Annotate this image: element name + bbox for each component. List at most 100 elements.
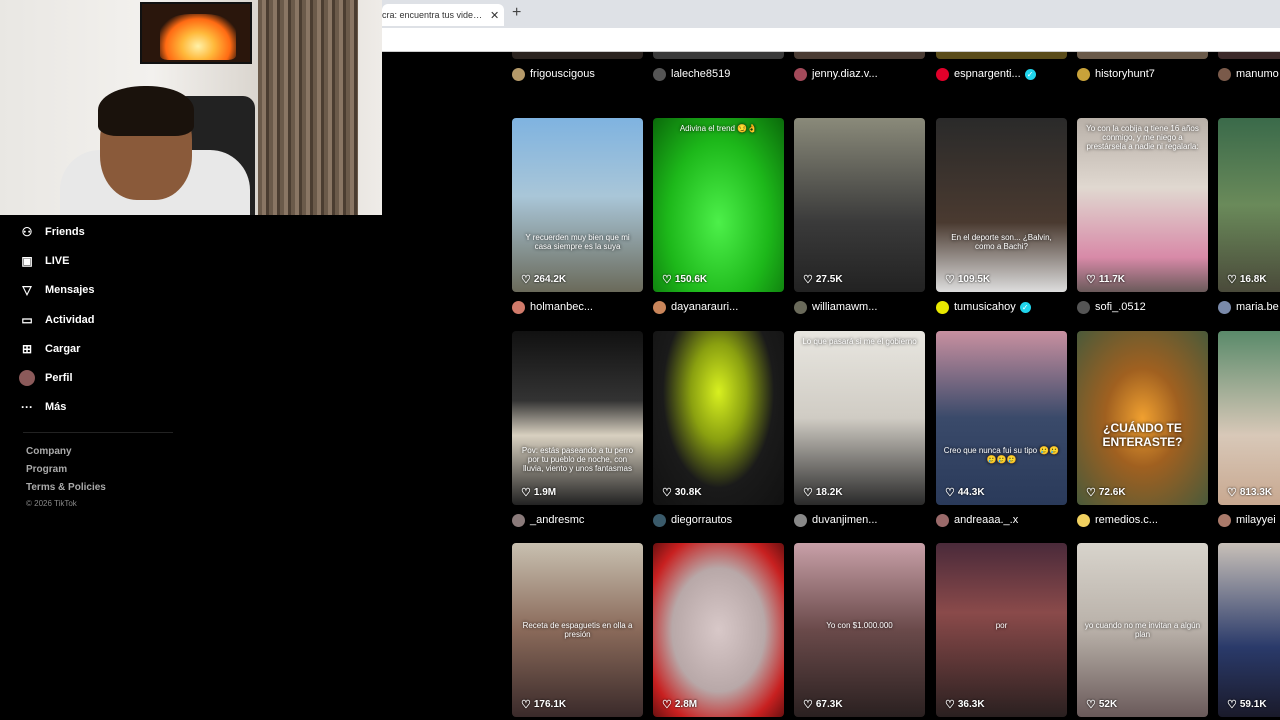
video-thumbnail[interactable]: ♡ 59.1K: [1218, 543, 1280, 717]
heart-icon: ♡: [662, 52, 672, 53]
heart-icon: ♡: [1227, 699, 1237, 711]
heart-icon: ♡: [662, 274, 672, 286]
video-card[interactable]: ♡71.6K espnargenti...✓: [936, 52, 1067, 88]
video-thumbnail[interactable]: ♡ 813.3K: [1218, 331, 1280, 505]
video-card[interactable]: ¿CUÁNDO TE ENTERASTE? ♡ 72.6K remedios.c...: [1077, 331, 1208, 534]
video-card[interactable]: ♡350.3K laleche8519: [653, 52, 784, 88]
video-author[interactable]: sofi_.0512: [1077, 293, 1208, 321]
video-thumbnail[interactable]: En el deporte son... ¿Balvin, como a Bac…: [936, 118, 1067, 292]
author-avatar: [1218, 513, 1231, 527]
sidebar-item-live[interactable]: ▣ LIVE: [3, 246, 193, 275]
video-author[interactable]: _andresmc: [512, 506, 643, 534]
video-card[interactable]: Yo con $1.000.000 ♡ 67.3K: [794, 543, 925, 717]
video-card[interactable]: Y recuerden muy bien que mi casa siempre…: [512, 118, 643, 321]
video-author[interactable]: tumusicahoy ✓: [936, 293, 1067, 321]
video-card[interactable]: ♡ 59.1K: [1218, 543, 1280, 717]
video-thumbnail[interactable]: ♡ 30.8K: [653, 331, 784, 505]
video-caption: Pov: estás paseando a tu perro por tu pu…: [521, 446, 634, 473]
like-count: ♡ 150.6K: [662, 273, 707, 286]
sidebar-item-cargar[interactable]: ⊞ Cargar: [3, 334, 193, 363]
address-bar[interactable]: [382, 28, 1280, 52]
sidebar-item-label: Perfil: [45, 372, 73, 385]
video-author[interactable]: manumo: [1218, 60, 1280, 88]
video-thumbnail[interactable]: ♡ 27.5K: [794, 118, 925, 292]
video-card[interactable]: ♡ 27.5K williamawm...: [794, 118, 925, 321]
video-thumbnail[interactable]: ♡129.1K: [1218, 52, 1280, 59]
sidebar-item-perfil[interactable]: Perfil: [3, 363, 193, 392]
video-author[interactable]: historyhunt7: [1077, 60, 1208, 88]
video-thumbnail[interactable]: por ♡ 36.3K: [936, 543, 1067, 717]
video-card[interactable]: Yo con la cobija q tiene 16 años conmigo…: [1077, 118, 1208, 321]
video-card[interactable]: En el deporte son... ¿Balvin, como a Bac…: [936, 118, 1067, 321]
video-thumbnail[interactable]: ♡39.5K: [1077, 52, 1208, 59]
video-thumbnail[interactable]: Adivina el trend 😏👌 ♡ 150.6K: [653, 118, 784, 292]
video-caption: yo cuando no me invitan a algún plan: [1084, 621, 1201, 639]
video-author[interactable]: jenny.diaz.v...: [794, 60, 925, 88]
video-caption: por: [995, 621, 1008, 630]
video-author[interactable]: andreaaa._.x: [936, 506, 1067, 534]
author-avatar: [653, 67, 666, 81]
video-thumbnail[interactable]: ♡ 16.8K: [1218, 118, 1280, 292]
video-author[interactable]: dayanarauri...: [653, 293, 784, 321]
video-card[interactable]: Adivina el trend 😏👌 ♡ 150.6K dayanarauri...: [653, 118, 784, 321]
footer-link[interactable]: Program: [3, 461, 193, 479]
video-author[interactable]: remedios.c...: [1077, 506, 1208, 534]
video-thumbnail[interactable]: ¿CUÁNDO TE ENTERASTE? ♡ 72.6K: [1077, 331, 1208, 505]
author-username: historyhunt7: [1095, 68, 1155, 80]
heart-icon: ♡: [1227, 487, 1237, 499]
close-tab-icon[interactable]: ✕: [490, 9, 499, 22]
video-card[interactable]: Receta de espaguetis en olla a presión ♡ 1…: [512, 543, 643, 717]
video-card[interactable]: ♡ 30.8K diegorrautos: [653, 331, 784, 534]
video-card[interactable]: yo cuando no me invitan a algún plan ♡ 52K: [1077, 543, 1208, 717]
video-thumbnail[interactable]: ♡54.2K: [794, 52, 925, 59]
video-thumbnail[interactable]: ♡350.3K: [653, 52, 784, 59]
new-tab-button[interactable]: +: [512, 4, 521, 22]
video-thumbnail[interactable]: Receta de espaguetis en olla a presión ♡ 1…: [512, 543, 643, 717]
video-author[interactable]: duvanjimen...: [794, 506, 925, 534]
video-card[interactable]: ♡ 16.8K maria.be: [1218, 118, 1280, 321]
video-card[interactable]: ♡7.6M frigouscigous: [512, 52, 643, 88]
more-icon: ···: [21, 400, 33, 415]
video-card[interactable]: ♡129.1K manumo: [1218, 52, 1280, 88]
video-card[interactable]: Lo que pasará si me el gobierno ♡ 18.2K duv…: [794, 331, 925, 534]
video-card[interactable]: ♡54.2K jenny.diaz.v...: [794, 52, 925, 88]
video-caption: Adivina el trend 😏👌: [679, 124, 758, 133]
video-card[interactable]: Creo que nunca fui su tipo 🥲🥲🥲🥲🥲 ♡ 44.3K an…: [936, 331, 1067, 534]
upload-icon: ⊞: [21, 341, 33, 356]
like-count: ♡ 813.3K: [1227, 486, 1272, 499]
video-card[interactable]: Pov: estás paseando a tu perro por tu pu…: [512, 331, 643, 534]
footer-link[interactable]: Company: [3, 443, 193, 461]
like-count-value: 109.5K: [957, 274, 991, 285]
video-author[interactable]: holmanbec...: [512, 293, 643, 321]
video-thumbnail[interactable]: Creo que nunca fui su tipo 🥲🥲🥲🥲🥲 ♡ 44.3K: [936, 331, 1067, 505]
video-card[interactable]: ♡ 813.3K milayyei: [1218, 331, 1280, 534]
sidebar-item-label: Friends: [45, 225, 85, 238]
video-thumbnail[interactable]: Pov: estás paseando a tu perro por tu pu…: [512, 331, 643, 505]
sidebar-item-actividad[interactable]: ▭ Actividad: [3, 305, 193, 334]
video-thumbnail[interactable]: Y recuerden muy bien que mi casa siempre…: [512, 118, 643, 292]
video-card[interactable]: por ♡ 36.3K: [936, 543, 1067, 717]
video-thumbnail[interactable]: Yo con $1.000.000 ♡ 67.3K: [794, 543, 925, 717]
sidebar-item-friends[interactable]: ⚇ Friends: [3, 217, 193, 246]
video-author[interactable]: espnargenti... ✓: [936, 60, 1067, 88]
video-author[interactable]: williamawm...: [794, 293, 925, 321]
video-thumbnail[interactable]: ♡71.6K: [936, 52, 1067, 59]
video-thumbnail[interactable]: ♡ 2.8M: [653, 543, 784, 717]
video-author[interactable]: laleche8519: [653, 60, 784, 88]
footer-link[interactable]: Terms & Policies: [3, 479, 193, 497]
video-card[interactable]: ♡ 2.8M: [653, 543, 784, 717]
author-avatar: [1077, 300, 1090, 314]
video-card[interactable]: ♡39.5K historyhunt7: [1077, 52, 1208, 88]
video-author[interactable]: diegorrautos: [653, 506, 784, 534]
author-avatar: [794, 513, 807, 527]
video-author[interactable]: maria.be: [1218, 293, 1280, 321]
video-thumbnail[interactable]: Lo que pasará si me el gobierno ♡ 18.2K: [794, 331, 925, 505]
sidebar-item-mensajes[interactable]: ▽ Mensajes: [3, 276, 193, 305]
browser-tab[interactable]: cra: encuentra tus videos favo ✕: [382, 4, 504, 26]
video-thumbnail[interactable]: yo cuando no me invitan a algún plan ♡ 52K: [1077, 543, 1208, 717]
video-thumbnail[interactable]: Yo con la cobija q tiene 16 años conmigo…: [1077, 118, 1208, 292]
video-thumbnail[interactable]: ♡7.6M: [512, 52, 643, 59]
sidebar-item-más[interactable]: ··· Más: [3, 393, 193, 422]
video-author[interactable]: milayyei: [1218, 506, 1280, 534]
video-author[interactable]: frigouscigous: [512, 60, 643, 88]
